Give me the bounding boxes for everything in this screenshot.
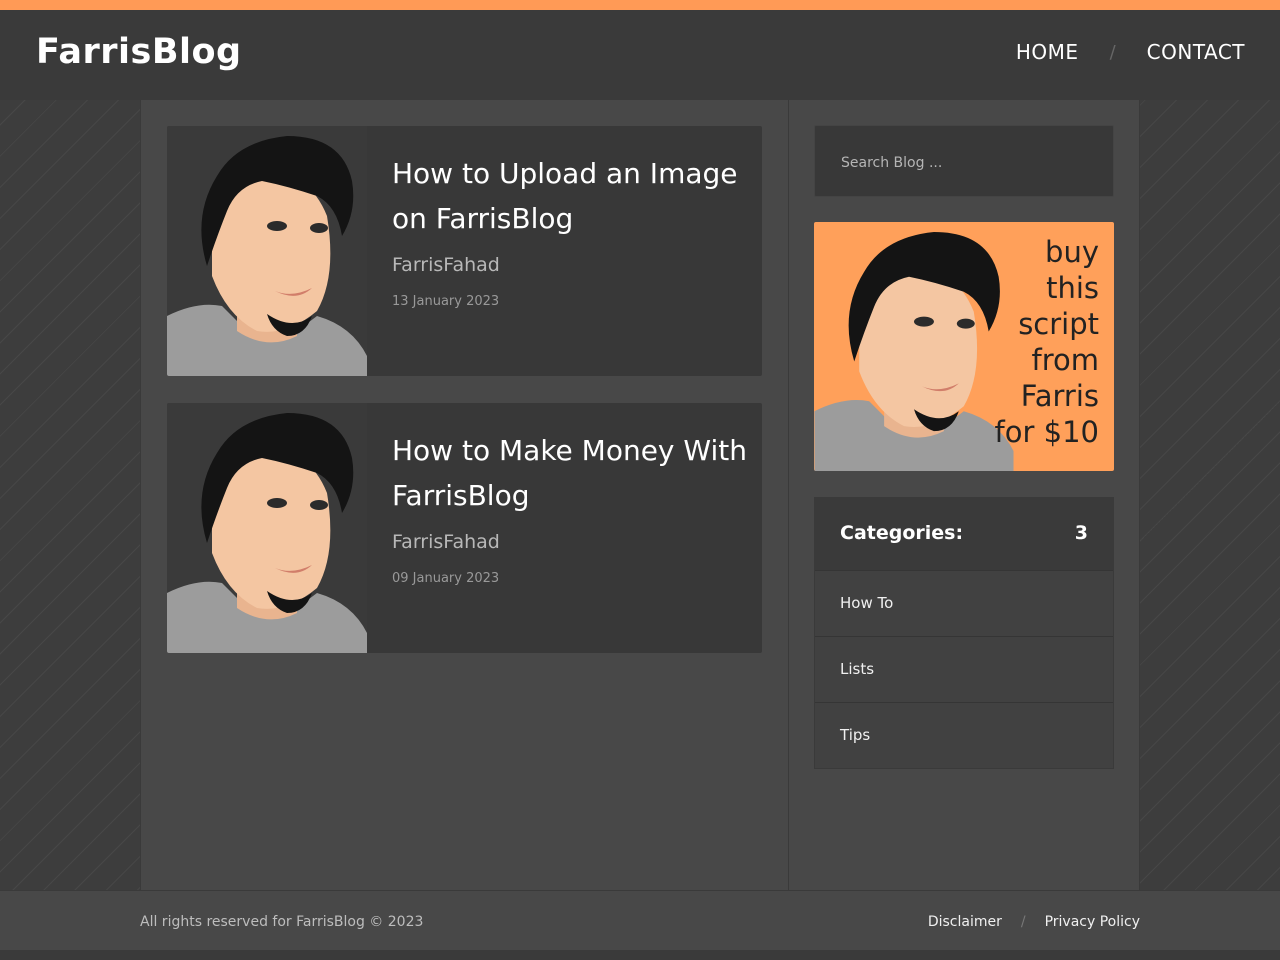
nav-contact-link[interactable]: CONTACT bbox=[1147, 40, 1245, 64]
ad-line: Farris bbox=[1020, 379, 1099, 413]
post-title[interactable]: How to Make Money With FarrisBlog bbox=[392, 428, 747, 518]
category-item-lists[interactable]: Lists bbox=[815, 636, 1113, 702]
post-thumbnail-avatar-icon[interactable] bbox=[167, 126, 367, 376]
privacy-policy-link[interactable]: Privacy Policy bbox=[1045, 914, 1140, 930]
column-divider bbox=[788, 100, 789, 890]
categories-title: Categories: bbox=[840, 522, 964, 544]
post-card[interactable]: How to Make Money With FarrisBlog Farris… bbox=[167, 403, 762, 653]
ad-banner[interactable]: buy this script from Farris for $10 bbox=[814, 222, 1114, 471]
category-label[interactable]: Lists bbox=[840, 660, 874, 678]
nav-separator: / bbox=[1109, 41, 1116, 63]
bottom-strip bbox=[0, 950, 1280, 960]
ad-line: this bbox=[1046, 271, 1099, 305]
disclaimer-link[interactable]: Disclaimer bbox=[928, 914, 1002, 930]
site-footer: All rights reserved for FarrisBlog © 202… bbox=[0, 890, 1280, 950]
site-header: FarrisBlog HOME / CONTACT bbox=[0, 10, 1280, 100]
footer-links: Disclaimer / Privacy Policy bbox=[928, 914, 1140, 930]
ad-line: buy bbox=[1045, 235, 1099, 269]
main-nav: HOME / CONTACT bbox=[1016, 40, 1245, 64]
post-date: 13 January 2023 bbox=[392, 294, 500, 309]
site-logo[interactable]: FarrisBlog bbox=[36, 32, 242, 72]
category-item-how-to[interactable]: How To bbox=[815, 570, 1113, 636]
footer-separator: / bbox=[1020, 914, 1026, 930]
search-box bbox=[814, 125, 1114, 197]
category-label[interactable]: Tips bbox=[840, 726, 870, 744]
ad-text: buy this script from Farris for $10 bbox=[995, 234, 1099, 450]
post-card[interactable]: How to Upload an Image on FarrisBlog Far… bbox=[167, 126, 762, 376]
post-date: 09 January 2023 bbox=[392, 571, 500, 586]
category-label[interactable]: How To bbox=[840, 594, 893, 612]
nav-home-link[interactable]: HOME bbox=[1016, 40, 1079, 64]
categories-widget: Categories: 3 How To Lists Tips bbox=[814, 497, 1114, 769]
ad-line: from bbox=[1031, 343, 1100, 377]
ad-avatar-icon bbox=[814, 222, 1014, 471]
post-author[interactable]: FarrisFahad bbox=[392, 531, 500, 553]
post-title[interactable]: How to Upload an Image on FarrisBlog bbox=[392, 151, 747, 241]
accent-strip bbox=[0, 0, 1280, 10]
ad-line: script bbox=[1018, 307, 1099, 341]
post-author[interactable]: FarrisFahad bbox=[392, 254, 500, 276]
category-item-tips[interactable]: Tips bbox=[815, 702, 1113, 768]
categories-count: 3 bbox=[1074, 522, 1088, 544]
ad-line: for $10 bbox=[994, 415, 1099, 449]
search-input[interactable] bbox=[839, 150, 1093, 176]
categories-header: Categories: 3 bbox=[815, 498, 1113, 570]
post-thumbnail-avatar-icon[interactable] bbox=[167, 403, 367, 653]
copyright-text: All rights reserved for FarrisBlog © 202… bbox=[140, 914, 424, 930]
